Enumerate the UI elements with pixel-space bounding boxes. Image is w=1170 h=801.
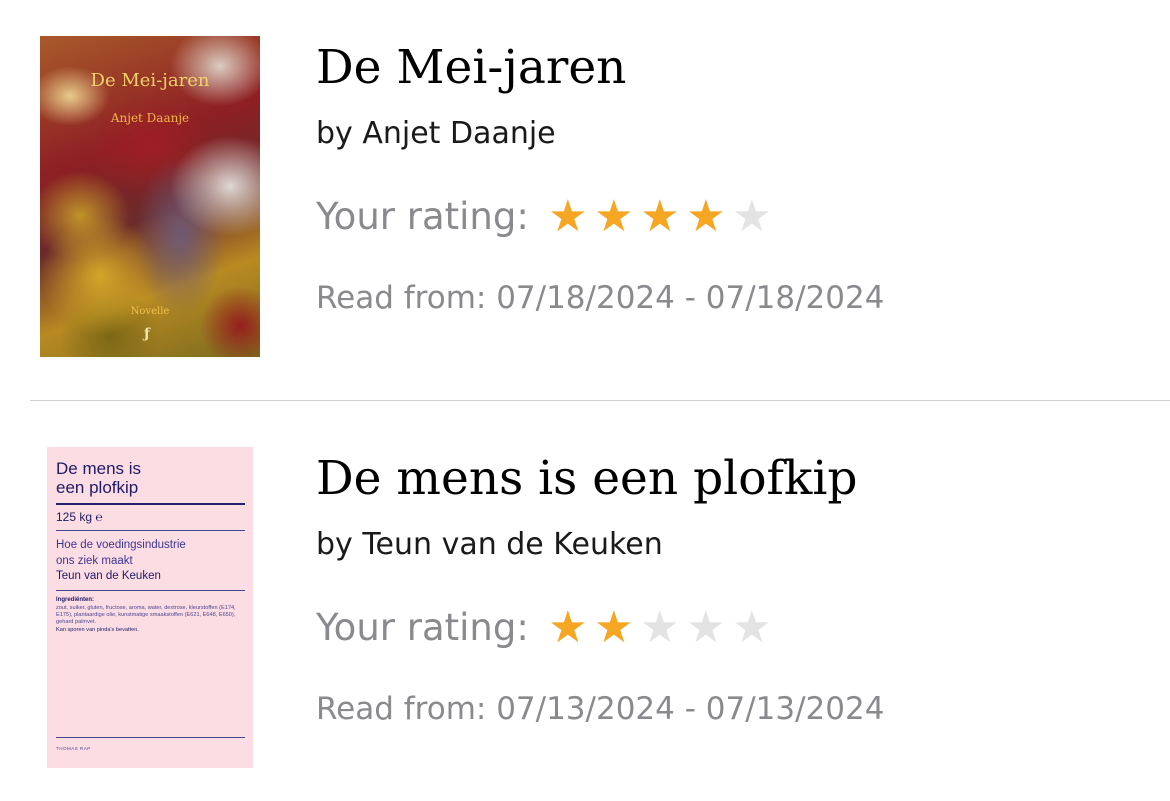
cover-ingredients-text: zout, suiker, gluten, fructose, aroma, w… [56,605,236,626]
book-row[interactable]: De Mei-jaren Anjet Daanje Novelle ƒ De M… [0,0,1170,400]
cover-rule [56,503,245,505]
book-cover[interactable]: De Mei-jaren Anjet Daanje Novelle ƒ [40,36,260,357]
cover-subtitle-line: Hoe de voedingsindustrie [56,539,186,551]
book-title[interactable]: De mens is een plofkip [316,451,858,507]
rating-label: Your rating: [316,195,529,238]
read-dates: Read from: 07/18/2024 - 07/18/2024 [316,280,885,316]
star-filled-icon[interactable]: ★ [545,604,591,652]
cover-rule [56,530,245,531]
row-divider [30,400,1170,401]
cover-title-line: De mens is [56,459,142,478]
cover-title-line: een plofkip [56,478,139,497]
cover-rule [56,590,245,591]
cover-ingredients-heading: Ingrediënten: [56,597,95,603]
cover-title: De Mei-jaren [90,70,210,91]
book-author[interactable]: by Teun van de Keuken [316,525,663,565]
cover-imprint: Novelle [130,306,170,317]
rating-row: Your rating: ★ ★ ★ ★ ★ [316,604,775,652]
star-filled-icon[interactable]: ★ [591,604,637,652]
publisher-logo-icon: ƒ [144,326,151,342]
cover-ingredients: zout, suiker, gluten, fructose, aroma, w… [56,605,248,634]
book-cover[interactable]: De mens is een plofkip 125 kg ℮ Hoe de v… [47,447,253,768]
cover-publisher: THOMAS RAP [56,746,91,751]
book-author[interactable]: by Anjet Daanje [316,114,556,154]
star-rating[interactable]: ★ ★ ★ ★ ★ [545,604,775,652]
star-empty-icon[interactable]: ★ [729,604,775,652]
book-title[interactable]: De Mei-jaren [316,40,626,96]
cover-author: Anjet Daanje [110,111,190,125]
rating-label: Your rating: [316,606,529,649]
rating-row: Your rating: ★ ★ ★ ★ ★ [316,193,775,241]
cover-weight: 125 kg ℮ [56,510,103,524]
star-empty-icon[interactable]: ★ [637,604,683,652]
cover-author: Teun van de Keuken [56,570,161,582]
read-dates: Read from: 07/13/2024 - 07/13/2024 [316,691,885,727]
cover-subtitle-line: ons ziek maakt [56,554,133,567]
star-rating[interactable]: ★ ★ ★ ★ ★ [545,193,775,241]
star-empty-icon[interactable]: ★ [683,604,729,652]
star-filled-icon[interactable]: ★ [545,193,591,241]
star-filled-icon[interactable]: ★ [637,193,683,241]
star-filled-icon[interactable]: ★ [683,193,729,241]
cover-rule [56,737,245,738]
cover-subtitle: Hoe de voedingsindustrie ons ziek maakt [56,538,246,569]
star-filled-icon[interactable]: ★ [591,193,637,241]
cover-title: De mens is een plofkip [56,459,236,497]
star-empty-icon[interactable]: ★ [729,193,775,241]
cover-allergen-note: Kan sporen van pinda's bevatten. [56,626,139,633]
